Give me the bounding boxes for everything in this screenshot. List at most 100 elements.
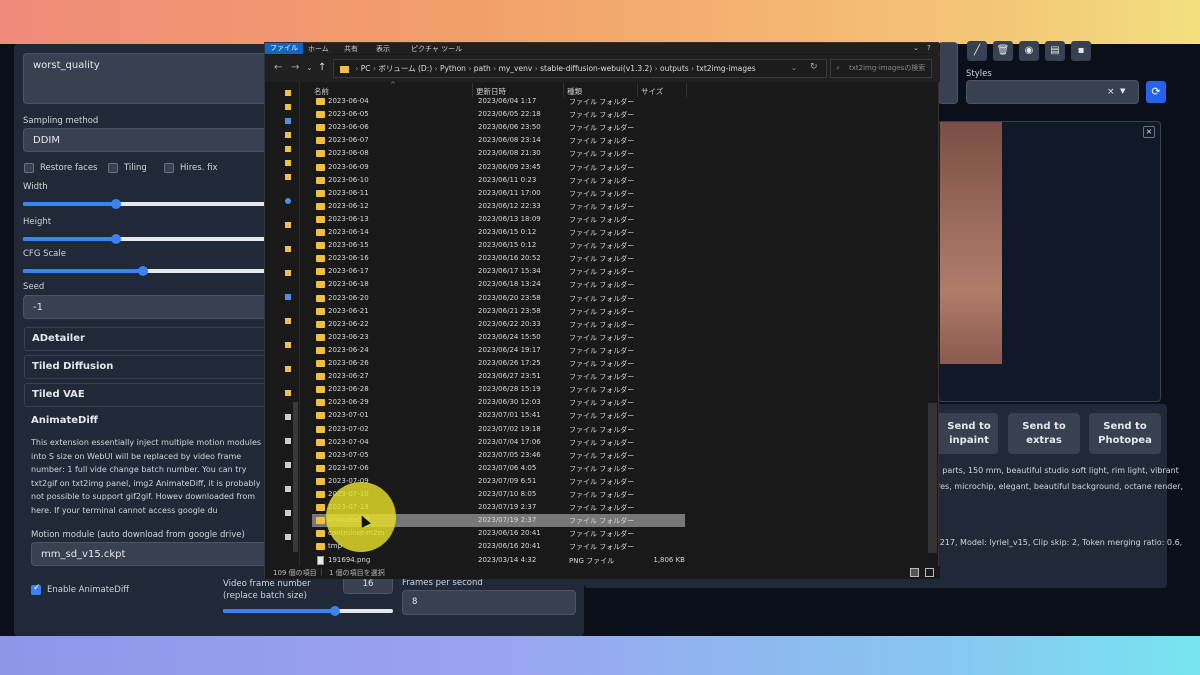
folder-row[interactable]: 2023-06-04 2023/06/04 1:17 ファイル フォルダー (312, 95, 685, 108)
hires-fix-checkbox[interactable]: Hires. fix (164, 163, 218, 173)
folder-row[interactable]: 2023-06-10 2023/06/11 0:23 ファイル フォルダー (312, 174, 685, 187)
folder-row[interactable]: 2023-06-07 2023/06/08 23:14 ファイル フォルダー (312, 134, 685, 147)
folder-row[interactable]: 2023-07-02 2023/07/02 19:18 ファイル フォルダー (312, 423, 685, 436)
image-icon[interactable]: ◉ (1019, 41, 1039, 61)
checkbox-box[interactable] (31, 583, 41, 595)
folder-row[interactable]: 2023-07-01 2023/07/01 15:41 ファイル フォルダー (312, 409, 685, 422)
clipboard-icon[interactable]: ▤ (1045, 41, 1065, 61)
tiling-checkbox[interactable]: Tiling (108, 163, 147, 173)
ribbon-tab-view[interactable]: 表示 (376, 44, 390, 54)
seed-input[interactable]: -1 (23, 295, 270, 319)
fps-input[interactable]: 8 (402, 590, 576, 615)
slider-thumb[interactable] (138, 266, 148, 276)
enable-animatediff-checkbox[interactable]: Enable AnimateDiff (31, 583, 129, 595)
folder-row[interactable]: 2023-07-04 2023/07/04 17:06 ファイル フォルダー (312, 436, 685, 449)
folder-row[interactable]: 2023-06-23 2023/06/24 15:50 ファイル フォルダー (312, 331, 685, 344)
drive-icon[interactable] (285, 486, 291, 492)
sampling-method-select[interactable]: DDIM (23, 128, 270, 152)
drive-icon[interactable] (285, 510, 291, 516)
height-slider[interactable] (23, 234, 270, 244)
large-icons-view-icon[interactable] (925, 568, 934, 577)
folder-icon[interactable] (285, 132, 291, 138)
folder-icon[interactable] (285, 90, 291, 96)
breadcrumb-my-venv[interactable]: my_venv (499, 64, 533, 73)
folder-icon[interactable] (285, 246, 291, 252)
breadcrumb-volume[interactable]: ボリューム (D:) (378, 64, 432, 73)
checkbox-box[interactable] (24, 163, 34, 173)
refresh-icon[interactable]: ↻ (810, 62, 818, 72)
chevron-down-icon[interactable]: ▼ (1120, 87, 1125, 95)
file-list-scrollbar[interactable] (928, 403, 937, 553)
slider-thumb[interactable] (330, 606, 340, 616)
motion-module-select[interactable]: mm_sd_v15.ckpt (31, 542, 267, 566)
folder-icon[interactable] (285, 160, 291, 166)
drive-icon[interactable] (285, 438, 291, 444)
drive-icon[interactable] (285, 462, 291, 468)
recent-chevron-icon[interactable]: ⌄ (306, 63, 313, 72)
folder-row[interactable]: 2023-06-21 2023/06/21 23:58 ファイル フォルダー (312, 305, 685, 318)
folder-row[interactable]: 2023-06-13 2023/06/13 18:09 ファイル フォルダー (312, 213, 685, 226)
breadcrumb-webui[interactable]: stable-diffusion-webui(v1.3.2) (540, 64, 652, 73)
pc-icon[interactable] (285, 294, 291, 300)
drive-icon[interactable] (285, 414, 291, 420)
restore-faces-checkbox[interactable]: Restore faces (24, 163, 98, 173)
breadcrumb-txt2img-images[interactable]: txt2img-images (696, 64, 755, 73)
folder-row[interactable]: 2023-06-26 2023/06/26 17:25 ファイル フォルダー (312, 357, 685, 370)
ribbon-tab-picture-tools[interactable]: ピクチャ ツール (411, 44, 462, 54)
forward-arrow-icon[interactable]: → (291, 62, 299, 73)
save-icon[interactable]: ▪ (1071, 41, 1091, 61)
accordion-tiled-vae[interactable]: Tiled VAE (24, 383, 269, 407)
breadcrumb-path[interactable]: path (474, 64, 491, 73)
ribbon-tab-file[interactable]: ファイル (265, 43, 303, 54)
help-icon[interactable]: ? (927, 44, 931, 52)
folder-row[interactable]: 2023-06-06 2023/06/06 23:50 ファイル フォルダー (312, 121, 685, 134)
folder-row[interactable]: 2023-06-08 2023/06/08 21:30 ファイル フォルダー (312, 147, 685, 160)
back-arrow-icon[interactable]: ← (274, 62, 282, 73)
folder-icon[interactable] (285, 174, 291, 180)
folder-row[interactable]: 2023-06-11 2023/06/11 17:00 ファイル フォルダー (312, 187, 685, 200)
send-to-extras-button[interactable]: Send to extras (1008, 413, 1080, 454)
accordion-adetailer[interactable]: ADetailer (24, 327, 269, 351)
folder-icon[interactable] (285, 318, 291, 324)
search-box[interactable]: ⌕ txt2img-imagesの検索 (830, 59, 932, 78)
folder-row[interactable]: 2023-06-09 2023/06/09 23:45 ファイル フォルダー (312, 161, 685, 174)
breadcrumb-outputs[interactable]: outputs (660, 64, 689, 73)
folder-row[interactable]: 2023-06-16 2023/06/16 20:52 ファイル フォルダー (312, 252, 685, 265)
accordion-animatediff[interactable]: AnimateDiff (24, 410, 269, 434)
details-view-icon[interactable] (910, 568, 919, 577)
chevron-down-icon[interactable]: ⌄ (913, 44, 919, 52)
ribbon-tab-share[interactable]: 共有 (344, 44, 358, 54)
folder-row[interactable]: 2023-06-05 2023/06/05 22:18 ファイル フォルダー (312, 108, 685, 121)
folder-row[interactable]: 2023-07-06 2023/07/06 4:05 ファイル フォルダー (312, 462, 685, 475)
cfg-scale-slider[interactable] (23, 266, 270, 276)
breadcrumb-python[interactable]: Python (440, 64, 466, 73)
slider-thumb[interactable] (111, 234, 121, 244)
folder-icon[interactable] (285, 104, 291, 110)
styles-select[interactable]: × ▼ (966, 80, 1139, 104)
folder-row[interactable]: 2023-06-15 2023/06/15 0:12 ファイル フォルダー (312, 239, 685, 252)
edit-icon[interactable]: ╱ (967, 41, 987, 61)
negative-prompt-input[interactable]: worst_quality (23, 53, 270, 104)
folder-row[interactable]: 2023-06-22 2023/06/22 20:33 ファイル フォルダー (312, 318, 685, 331)
folder-row[interactable]: 2023-06-14 2023/06/15 0:12 ファイル フォルダー (312, 226, 685, 239)
refresh-icon[interactable]: ⟳ (1146, 81, 1166, 103)
slider-thumb[interactable] (111, 199, 121, 209)
cloud-icon[interactable] (285, 198, 291, 204)
address-path[interactable]: › PC › ボリューム (D:) › Python › path › my_v… (333, 59, 827, 78)
network-icon[interactable] (285, 534, 291, 540)
trash-icon[interactable]: 🗑 (993, 41, 1013, 61)
folder-row[interactable]: 2023-06-20 2023/06/20 23:58 ファイル フォルダー (312, 292, 685, 305)
folder-row[interactable]: 2023-06-27 2023/06/27 23:51 ファイル フォルダー (312, 370, 685, 383)
nav-scrollbar[interactable] (293, 402, 298, 552)
folder-row[interactable]: 2023-06-17 2023/06/17 15:34 ファイル フォルダー (312, 265, 685, 278)
folder-icon[interactable] (285, 366, 291, 372)
ribbon-tab-home[interactable]: ホーム (308, 44, 329, 54)
folder-row[interactable]: 2023-06-28 2023/06/28 15:19 ファイル フォルダー (312, 383, 685, 396)
folder-icon[interactable] (285, 342, 291, 348)
drive-icon[interactable] (285, 118, 291, 124)
breadcrumb-pc[interactable]: PC (361, 64, 371, 73)
folder-row[interactable]: 2023-06-29 2023/06/30 12:03 ファイル フォルダー (312, 396, 685, 409)
folder-icon[interactable] (285, 390, 291, 396)
folder-row[interactable]: 2023-07-05 2023/07/05 23:46 ファイル フォルダー (312, 449, 685, 462)
folder-icon[interactable] (285, 222, 291, 228)
